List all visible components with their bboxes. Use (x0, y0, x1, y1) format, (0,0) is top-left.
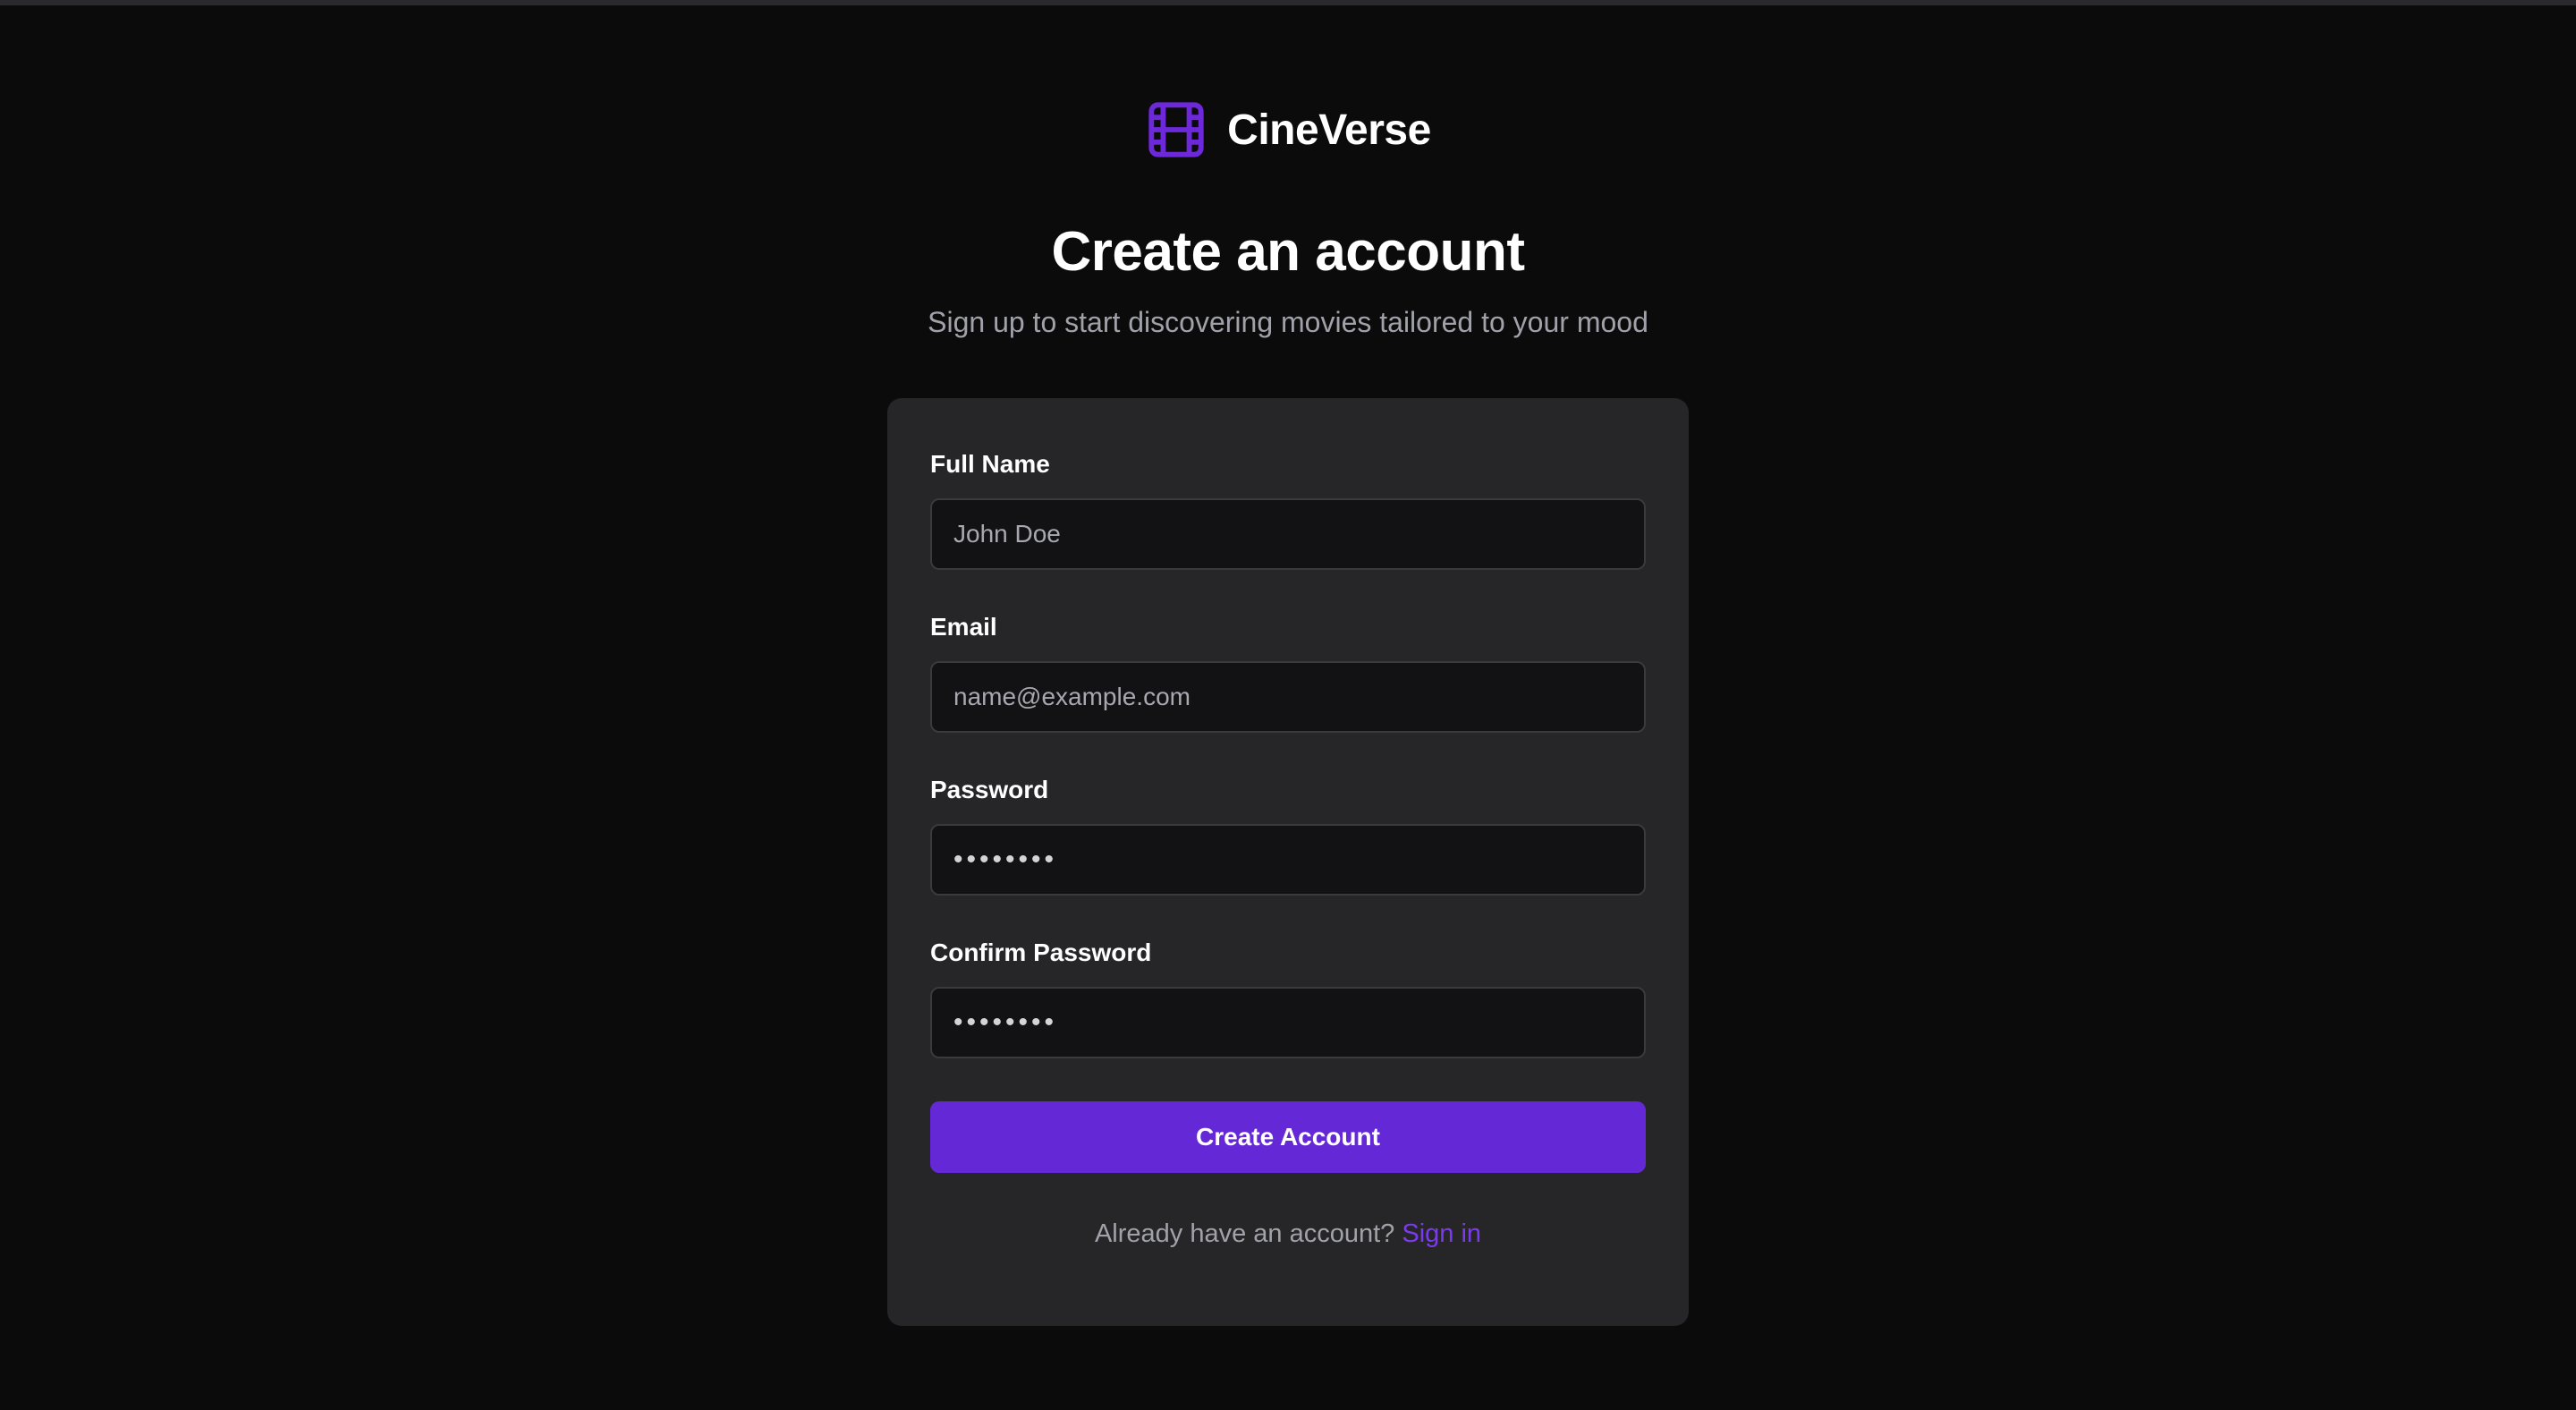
page-subtitle: Sign up to start discovering movies tail… (928, 306, 1648, 338)
email-placeholder: name@example.com (953, 683, 1191, 710)
password-value: •••••••• (953, 845, 1058, 874)
create-account-button-label: Create Account (1196, 1123, 1380, 1151)
full-name-label: Full Name (930, 450, 1050, 478)
confirm-password-input[interactable]: •••••••• (930, 987, 1646, 1058)
email-label: Email (930, 613, 997, 641)
email-input[interactable]: name@example.com (930, 661, 1646, 733)
brand-name: CineVerse (1227, 106, 1431, 154)
full-name-input[interactable]: John Doe (930, 498, 1646, 570)
signup-card: Full Name John Doe Email name@example.co… (887, 398, 1689, 1326)
page-title: Create an account (1051, 221, 1525, 283)
password-input[interactable]: •••••••• (930, 824, 1646, 896)
confirm-password-value: •••••••• (953, 1007, 1058, 1037)
create-account-button[interactable]: Create Account (930, 1101, 1646, 1173)
confirm-password-label: Confirm Password (930, 939, 1152, 966)
password-field-group: Password •••••••• (930, 776, 1646, 896)
password-label: Password (930, 776, 1049, 803)
full-name-field-group: Full Name John Doe (930, 450, 1646, 570)
email-field-group: Email name@example.com (930, 613, 1646, 733)
film-icon (1148, 102, 1204, 157)
signin-prompt: Already have an account? Sign in (930, 1219, 1646, 1249)
signup-page: CineVerse Create an account Sign up to s… (0, 5, 2576, 1410)
signin-prompt-text: Already have an account? (1094, 1219, 1395, 1248)
brand: CineVerse (0, 98, 2576, 161)
full-name-placeholder: John Doe (953, 520, 1061, 548)
confirm-password-field-group: Confirm Password •••••••• (930, 939, 1646, 1058)
signin-link[interactable]: Sign in (1402, 1219, 1481, 1248)
